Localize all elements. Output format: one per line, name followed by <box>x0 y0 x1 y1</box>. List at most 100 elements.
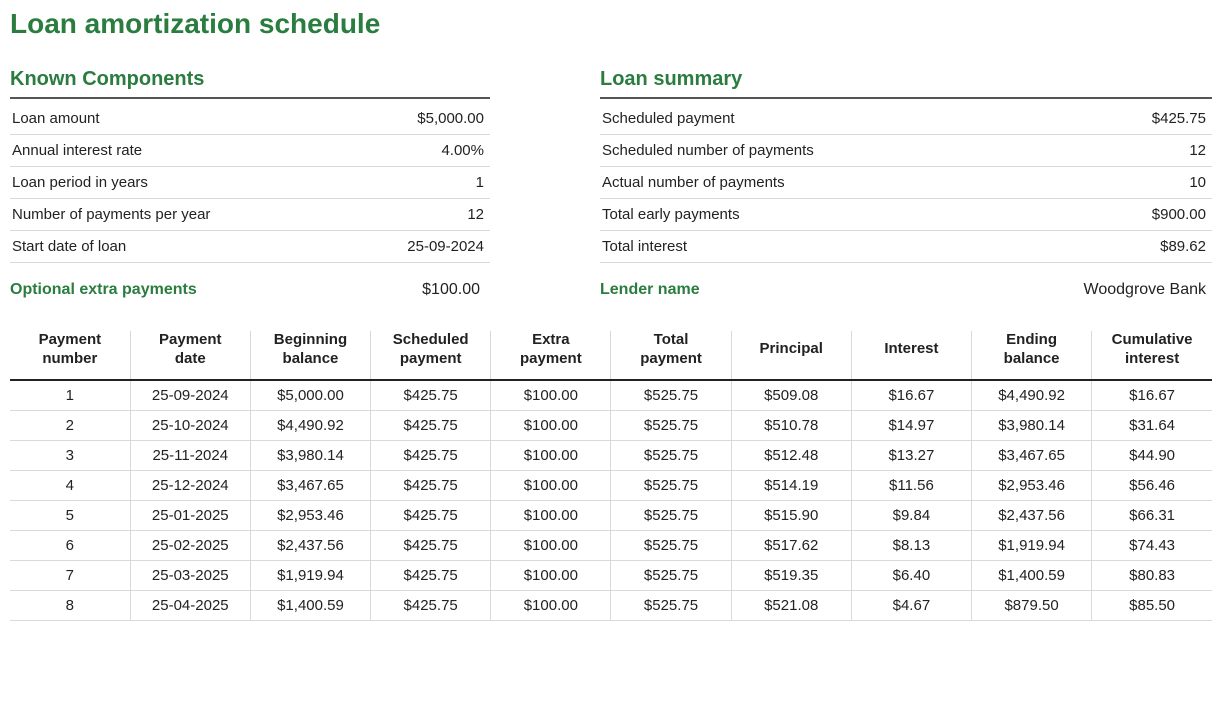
schedule-cell: $66.31 <box>1092 500 1212 530</box>
schedule-cell: 25-03-2025 <box>130 560 250 590</box>
schedule-cell: $425.75 <box>371 380 491 411</box>
schedule-cell: $525.75 <box>611 470 731 500</box>
schedule-cell: $100.00 <box>491 470 611 500</box>
schedule-cell: $56.46 <box>1092 470 1212 500</box>
known-components-label: Start date of loan <box>10 231 360 263</box>
loan-summary-value: $89.62 <box>830 231 1212 263</box>
schedule-cell: $80.83 <box>1092 560 1212 590</box>
schedule-cell: $525.75 <box>611 530 731 560</box>
loan-summary-label: Scheduled payment <box>600 103 830 135</box>
schedule-cell: $4.67 <box>851 590 971 620</box>
loan-summary-value: 10 <box>830 167 1212 199</box>
schedule-cell: $1,400.59 <box>250 590 370 620</box>
schedule-column-header: Endingbalance <box>972 331 1092 380</box>
schedule-cell: $525.75 <box>611 590 731 620</box>
known-components-value: 4.00% <box>360 135 490 167</box>
schedule-cell: 25-10-2024 <box>130 410 250 440</box>
schedule-row: 725-03-2025$1,919.94$425.75$100.00$525.7… <box>10 560 1212 590</box>
known-components-row: Number of payments per year12 <box>10 199 490 231</box>
known-components-value: 12 <box>360 199 490 231</box>
schedule-cell: 3 <box>10 440 130 470</box>
schedule-cell: 25-09-2024 <box>130 380 250 411</box>
schedule-cell: $521.08 <box>731 590 851 620</box>
schedule-cell: $8.13 <box>851 530 971 560</box>
schedule-cell: $100.00 <box>491 410 611 440</box>
loan-summary-row: Scheduled number of payments12 <box>600 135 1212 167</box>
schedule-cell: 25-01-2025 <box>130 500 250 530</box>
loan-summary-heading: Loan summary <box>600 68 1212 99</box>
schedule-cell: $4,490.92 <box>972 380 1092 411</box>
schedule-cell: $100.00 <box>491 380 611 411</box>
schedule-header-row: PaymentnumberPaymentdateBeginningbalance… <box>10 331 1212 380</box>
schedule-cell: $879.50 <box>972 590 1092 620</box>
known-components-row: Loan amount$5,000.00 <box>10 103 490 135</box>
schedule-row: 825-04-2025$1,400.59$425.75$100.00$525.7… <box>10 590 1212 620</box>
schedule-cell: $2,437.56 <box>972 500 1092 530</box>
optional-extra-payments-value: $100.00 <box>197 281 490 299</box>
schedule-row: 125-09-2024$5,000.00$425.75$100.00$525.7… <box>10 380 1212 411</box>
schedule-cell: $425.75 <box>371 410 491 440</box>
loan-summary-row: Total interest$89.62 <box>600 231 1212 263</box>
schedule-cell: 4 <box>10 470 130 500</box>
known-components-label: Loan amount <box>10 103 360 135</box>
schedule-row: 325-11-2024$3,980.14$425.75$100.00$525.7… <box>10 440 1212 470</box>
loan-summary-label: Scheduled number of payments <box>600 135 830 167</box>
schedule-cell: $515.90 <box>731 500 851 530</box>
schedule-cell: $525.75 <box>611 410 731 440</box>
schedule-cell: $514.19 <box>731 470 851 500</box>
known-components-value: $5,000.00 <box>360 103 490 135</box>
optional-extra-payments-row: Optional extra payments $100.00 <box>10 281 490 299</box>
loan-summary-row: Actual number of payments10 <box>600 167 1212 199</box>
schedule-cell: $525.75 <box>611 560 731 590</box>
schedule-cell: $16.67 <box>1092 380 1212 411</box>
loan-summary-table: Scheduled payment$425.75Scheduled number… <box>600 103 1212 263</box>
known-components-row: Loan period in years1 <box>10 167 490 199</box>
schedule-column-header: Cumulativeinterest <box>1092 331 1212 380</box>
known-components-heading: Known Components <box>10 68 490 99</box>
schedule-cell: $509.08 <box>731 380 851 411</box>
schedule-cell: $44.90 <box>1092 440 1212 470</box>
schedule-cell: $525.75 <box>611 440 731 470</box>
lender-name-row: Lender name Woodgrove Bank <box>600 281 1212 299</box>
schedule-cell: 5 <box>10 500 130 530</box>
schedule-cell: $425.75 <box>371 560 491 590</box>
schedule-column-header: Scheduledpayment <box>371 331 491 380</box>
schedule-cell: $100.00 <box>491 530 611 560</box>
amortization-schedule-table: PaymentnumberPaymentdateBeginningbalance… <box>10 331 1212 621</box>
schedule-cell: $100.00 <box>491 590 611 620</box>
page-title: Loan amortization schedule <box>10 8 1212 40</box>
schedule-cell: $512.48 <box>731 440 851 470</box>
schedule-cell: $3,467.65 <box>972 440 1092 470</box>
schedule-row: 525-01-2025$2,953.46$425.75$100.00$525.7… <box>10 500 1212 530</box>
schedule-cell: $425.75 <box>371 500 491 530</box>
known-components-label: Annual interest rate <box>10 135 360 167</box>
schedule-cell: $1,919.94 <box>972 530 1092 560</box>
schedule-cell: $510.78 <box>731 410 851 440</box>
schedule-cell: 25-11-2024 <box>130 440 250 470</box>
schedule-cell: $9.84 <box>851 500 971 530</box>
schedule-row: 625-02-2025$2,437.56$425.75$100.00$525.7… <box>10 530 1212 560</box>
schedule-column-header: Beginningbalance <box>250 331 370 380</box>
schedule-cell: $74.43 <box>1092 530 1212 560</box>
schedule-cell: 6 <box>10 530 130 560</box>
known-components-table: Loan amount$5,000.00Annual interest rate… <box>10 103 490 263</box>
loan-summary-value: 12 <box>830 135 1212 167</box>
schedule-cell: 1 <box>10 380 130 411</box>
loan-summary-label: Total interest <box>600 231 830 263</box>
schedule-row: 425-12-2024$3,467.65$425.75$100.00$525.7… <box>10 470 1212 500</box>
schedule-cell: $519.35 <box>731 560 851 590</box>
optional-extra-payments-label: Optional extra payments <box>10 281 197 299</box>
loan-summary-row: Scheduled payment$425.75 <box>600 103 1212 135</box>
schedule-cell: 25-04-2025 <box>130 590 250 620</box>
schedule-cell: 2 <box>10 410 130 440</box>
schedule-column-header: Totalpayment <box>611 331 731 380</box>
schedule-cell: $100.00 <box>491 440 611 470</box>
schedule-column-header: Interest <box>851 331 971 380</box>
schedule-cell: $13.27 <box>851 440 971 470</box>
loan-summary-value: $900.00 <box>830 199 1212 231</box>
schedule-row: 225-10-2024$4,490.92$425.75$100.00$525.7… <box>10 410 1212 440</box>
schedule-cell: $2,953.46 <box>250 500 370 530</box>
known-components-row: Annual interest rate4.00% <box>10 135 490 167</box>
loan-summary-row: Total early payments$900.00 <box>600 199 1212 231</box>
lender-name-label: Lender name <box>600 281 700 299</box>
